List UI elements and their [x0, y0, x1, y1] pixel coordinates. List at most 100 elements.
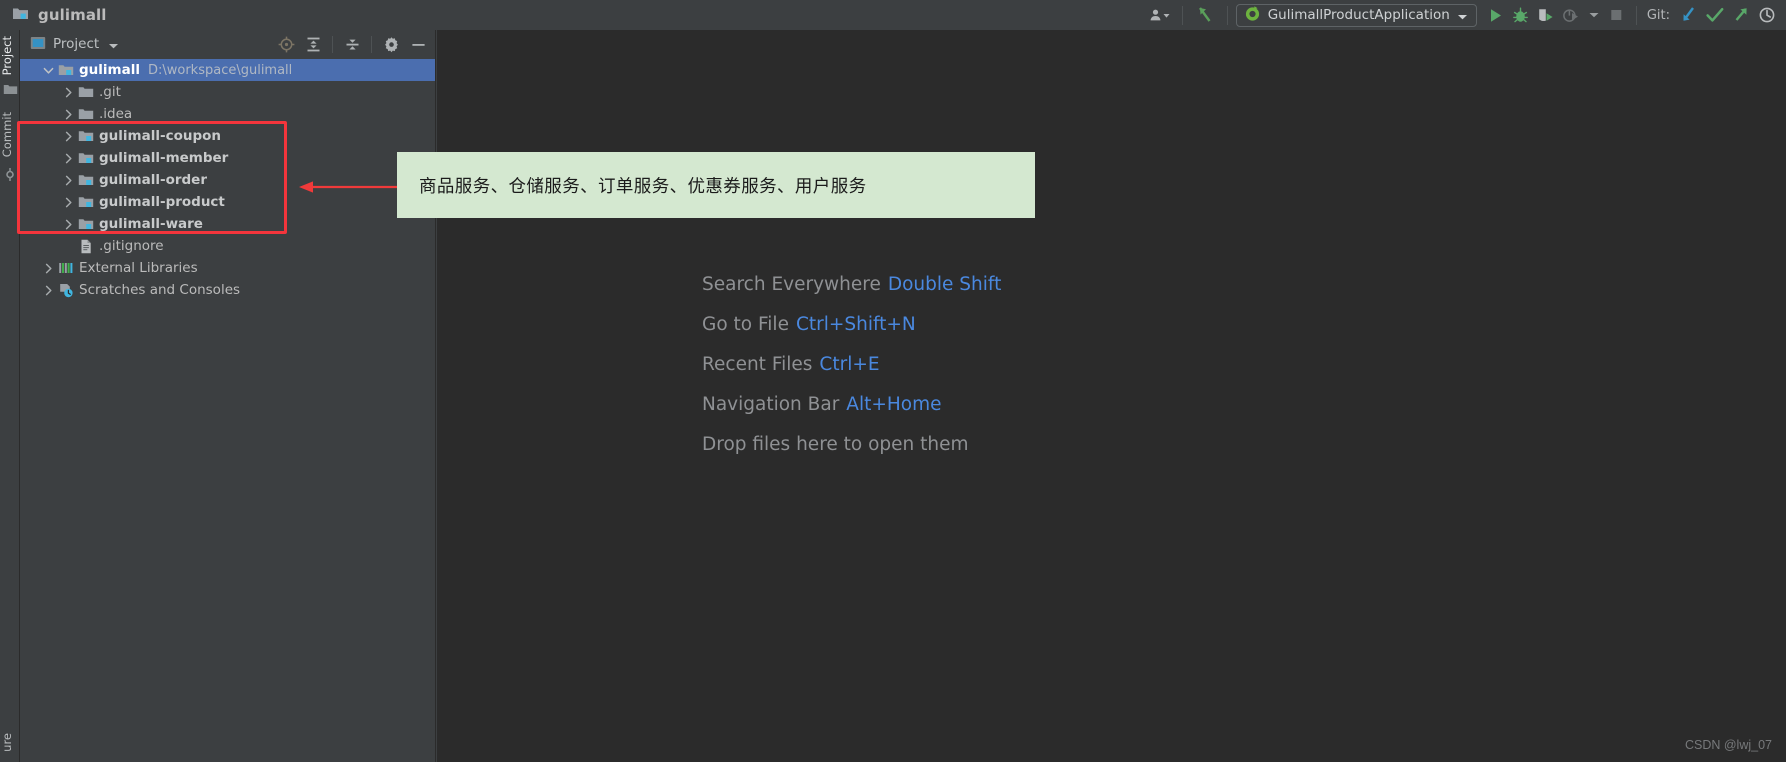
run-configuration-label: GulimallProductApplication [1267, 7, 1450, 23]
editor-hint-action: Drop files here to open them [702, 434, 969, 455]
module-folder-icon [78, 216, 94, 232]
gitignore-file-icon [78, 238, 94, 254]
rail-item-label: Project [0, 36, 14, 76]
editor-hint-shortcut: Alt+Home [846, 394, 942, 415]
tree-row-label: gulimall-order [99, 172, 207, 188]
toolbar-divider [1226, 5, 1228, 25]
folder-icon [78, 84, 94, 100]
tree-row-label: gulimall-coupon [99, 128, 222, 144]
tree-row[interactable]: Scratches and Consoles [20, 279, 435, 301]
chevron-right-icon[interactable] [42, 284, 55, 297]
watermark: CSDN @lwj_07 [1684, 738, 1772, 752]
chevron-right-icon[interactable] [62, 86, 75, 99]
tree-row-path: D:\workspace\gulimall [147, 62, 293, 78]
tree-row[interactable]: External Libraries [20, 257, 435, 279]
chevron-right-icon[interactable] [62, 130, 75, 143]
chevron-right-icon[interactable] [62, 108, 75, 121]
tree-row[interactable]: gulimall D:\workspace\gulimall [20, 59, 435, 81]
chevron-right-icon[interactable] [42, 262, 55, 275]
tree-row-label: External Libraries [79, 260, 198, 276]
run-icon[interactable] [1483, 2, 1508, 28]
module-folder-icon [78, 150, 94, 166]
collapse-all-icon[interactable] [339, 32, 365, 56]
rail-item-label: ure [0, 733, 14, 752]
rail-bottom-group: ure [0, 727, 20, 758]
chevron-right-icon[interactable] [62, 218, 75, 231]
project-view-icon [30, 35, 46, 54]
chevron-right-icon[interactable] [62, 152, 75, 165]
tree-row[interactable]: .idea [20, 103, 435, 125]
run-configuration-selector[interactable]: GulimallProductApplication [1235, 3, 1477, 27]
editor-hint: Search Everywhere Double Shift [702, 274, 1001, 295]
profiler-icon [1558, 2, 1583, 28]
tree-row-label: gulimall-ware [99, 216, 203, 232]
chevron-down-icon[interactable] [42, 64, 55, 77]
module-folder-icon [58, 62, 74, 78]
sidebar-item-project[interactable]: Project [0, 30, 14, 81]
project-panel-title: Project [53, 36, 100, 52]
editor-hint-action: Recent Files [702, 354, 813, 375]
chevron-down-icon[interactable] [1583, 2, 1605, 28]
tree-row[interactable]: gulimall-member [20, 147, 435, 169]
window-title-group: gulimall [0, 6, 107, 25]
tree-row[interactable]: gulimall-order [20, 169, 435, 191]
tree-row-label: .git [99, 84, 121, 100]
editor-hint: Recent Files Ctrl+E [702, 354, 1001, 375]
editor-hint: Navigation Bar Alt+Home [702, 394, 1001, 415]
chevron-right-icon[interactable] [62, 174, 75, 187]
toolbar-divider [1635, 5, 1637, 25]
chevron-right-icon[interactable] [62, 196, 75, 209]
spring-boot-icon [1244, 5, 1261, 26]
debug-icon[interactable] [1508, 2, 1533, 28]
git-update-project-icon[interactable] [1676, 2, 1702, 28]
tree-row[interactable]: .git [20, 81, 435, 103]
toolbar-divider [371, 35, 372, 53]
tree-row[interactable]: gulimall-ware [20, 213, 435, 235]
tree-row-label: gulimall [79, 62, 140, 78]
git-push-icon[interactable] [1728, 2, 1754, 28]
scratches-icon [58, 282, 74, 298]
scroll-from-source-icon[interactable] [273, 32, 299, 56]
update-project-icon[interactable] [1191, 2, 1219, 28]
project-panel-header: Project [20, 30, 435, 58]
git-history-icon[interactable] [1754, 2, 1780, 28]
editor-hint-shortcut: Ctrl+E [819, 354, 880, 375]
chevron-down-icon[interactable] [108, 35, 119, 54]
editor-empty-area: Search Everywhere Double Shift Go to File C… [437, 30, 1786, 762]
sidebar-item-structure[interactable]: ure [0, 727, 14, 758]
git-commit-icon[interactable] [1702, 2, 1728, 28]
tree-row[interactable]: gulimall-coupon [20, 125, 435, 147]
commit-tool-icon [0, 164, 20, 185]
hide-icon[interactable] [405, 32, 431, 56]
gear-icon[interactable] [378, 32, 404, 56]
annotation-callout: 商品服务、仓储服务、订单服务、优惠券服务、用户服务 [397, 152, 1035, 218]
project-tree[interactable]: gulimall D:\workspace\gulimall .git .idea gu… [20, 58, 435, 301]
project-panel-actions [273, 32, 431, 56]
toolbar-divider [1181, 5, 1183, 25]
stop-icon [1605, 2, 1628, 28]
module-folder-icon [12, 6, 29, 25]
tree-row[interactable]: .gitignore [20, 235, 435, 257]
tree-row-label: gulimall-product [99, 194, 225, 210]
user-account-icon[interactable] [1146, 2, 1174, 28]
sidebar-item-commit[interactable]: Commit [0, 106, 14, 163]
module-folder-icon [78, 194, 94, 210]
rail-top-group: Project Commit [0, 30, 20, 185]
editor-hint-action: Go to File [702, 314, 789, 335]
git-label: Git: [1646, 7, 1670, 23]
toolbar-divider [332, 35, 333, 53]
editor-hint: Drop files here to open them [702, 434, 1001, 455]
expand-all-icon[interactable] [300, 32, 326, 56]
editor-hint-action: Search Everywhere [702, 274, 881, 295]
toolbar-right-group: GulimallProductApplication Git: [1146, 0, 1786, 30]
run-with-coverage-icon[interactable] [1533, 2, 1558, 28]
tree-row-label: Scratches and Consoles [79, 282, 241, 298]
tree-row[interactable]: gulimall-product [20, 191, 435, 213]
chevron-down-icon[interactable] [1457, 6, 1468, 25]
rail-item-label: Commit [0, 112, 14, 158]
tree-row-label: .idea [99, 106, 133, 122]
tree-row-label: .gitignore [99, 238, 164, 254]
tree-row-label: gulimall-member [99, 150, 229, 166]
libraries-icon [58, 260, 74, 276]
editor-hint-shortcut: Ctrl+Shift+N [795, 314, 916, 335]
